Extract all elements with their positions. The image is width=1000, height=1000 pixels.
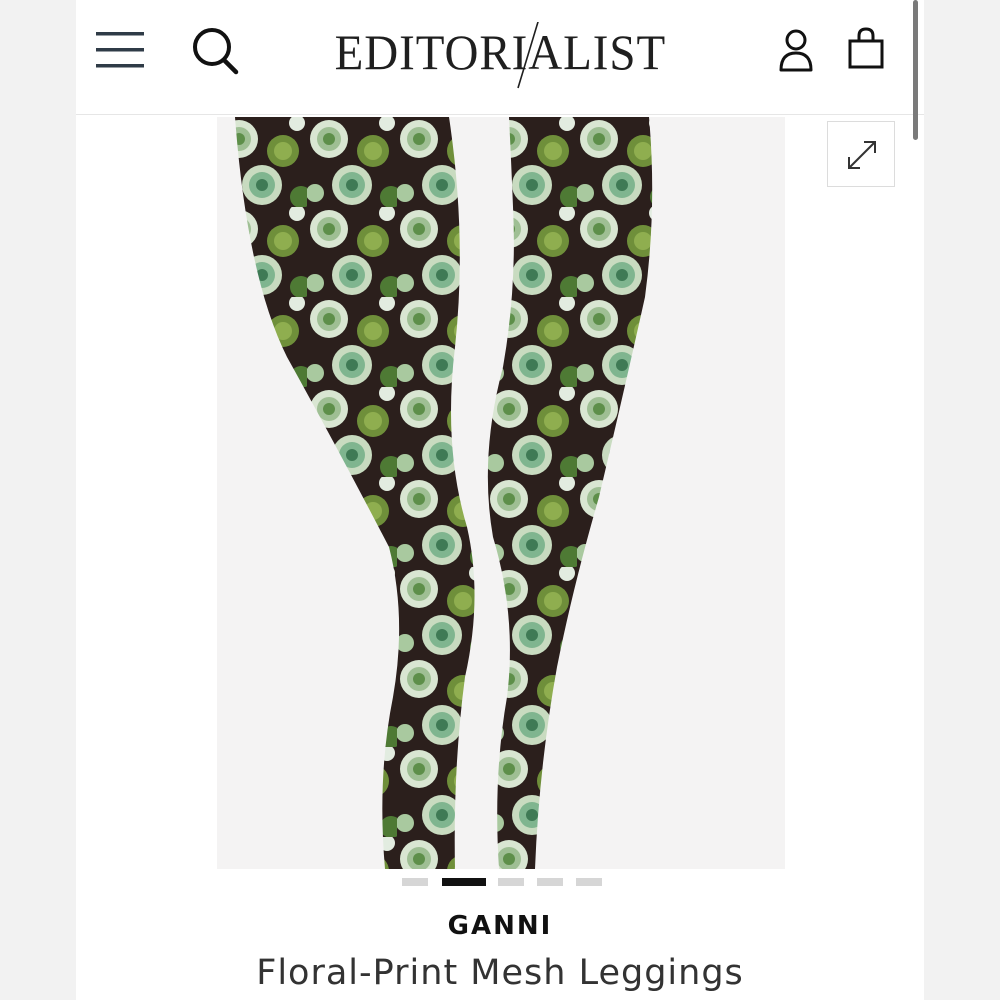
- page-scrollbar[interactable]: [913, 0, 918, 140]
- shopping-bag-icon: [848, 27, 884, 69]
- site-logo[interactable]: EDITORIALIST: [308, 22, 692, 89]
- expand-image-button[interactable]: [827, 121, 895, 187]
- carousel-dot-active[interactable]: [442, 878, 486, 886]
- carousel-dot[interactable]: [498, 878, 524, 886]
- menu-button[interactable]: [96, 30, 146, 70]
- bag-button[interactable]: [846, 26, 886, 72]
- expand-icon: [848, 141, 876, 169]
- search-button[interactable]: [192, 26, 240, 76]
- carousel-dot[interactable]: [537, 878, 563, 886]
- carousel-dot[interactable]: [576, 878, 602, 886]
- product-brand[interactable]: GANNI: [76, 911, 924, 941]
- hamburger-menu-icon: [96, 32, 144, 68]
- carousel-dot[interactable]: [402, 878, 428, 886]
- account-button[interactable]: [776, 28, 816, 72]
- search-icon: [193, 28, 239, 75]
- product-image[interactable]: [217, 117, 785, 869]
- user-icon: [779, 29, 813, 72]
- site-header: EDITORIALIST: [76, 0, 924, 115]
- product-title: Floral-Print Mesh Leggings: [256, 953, 744, 993]
- logo-slash-mark: [517, 22, 539, 89]
- product-page: EDITORIALIST GANNI Floral-Print Mesh Leg…: [76, 0, 924, 1000]
- leggings-photo: [235, 117, 653, 869]
